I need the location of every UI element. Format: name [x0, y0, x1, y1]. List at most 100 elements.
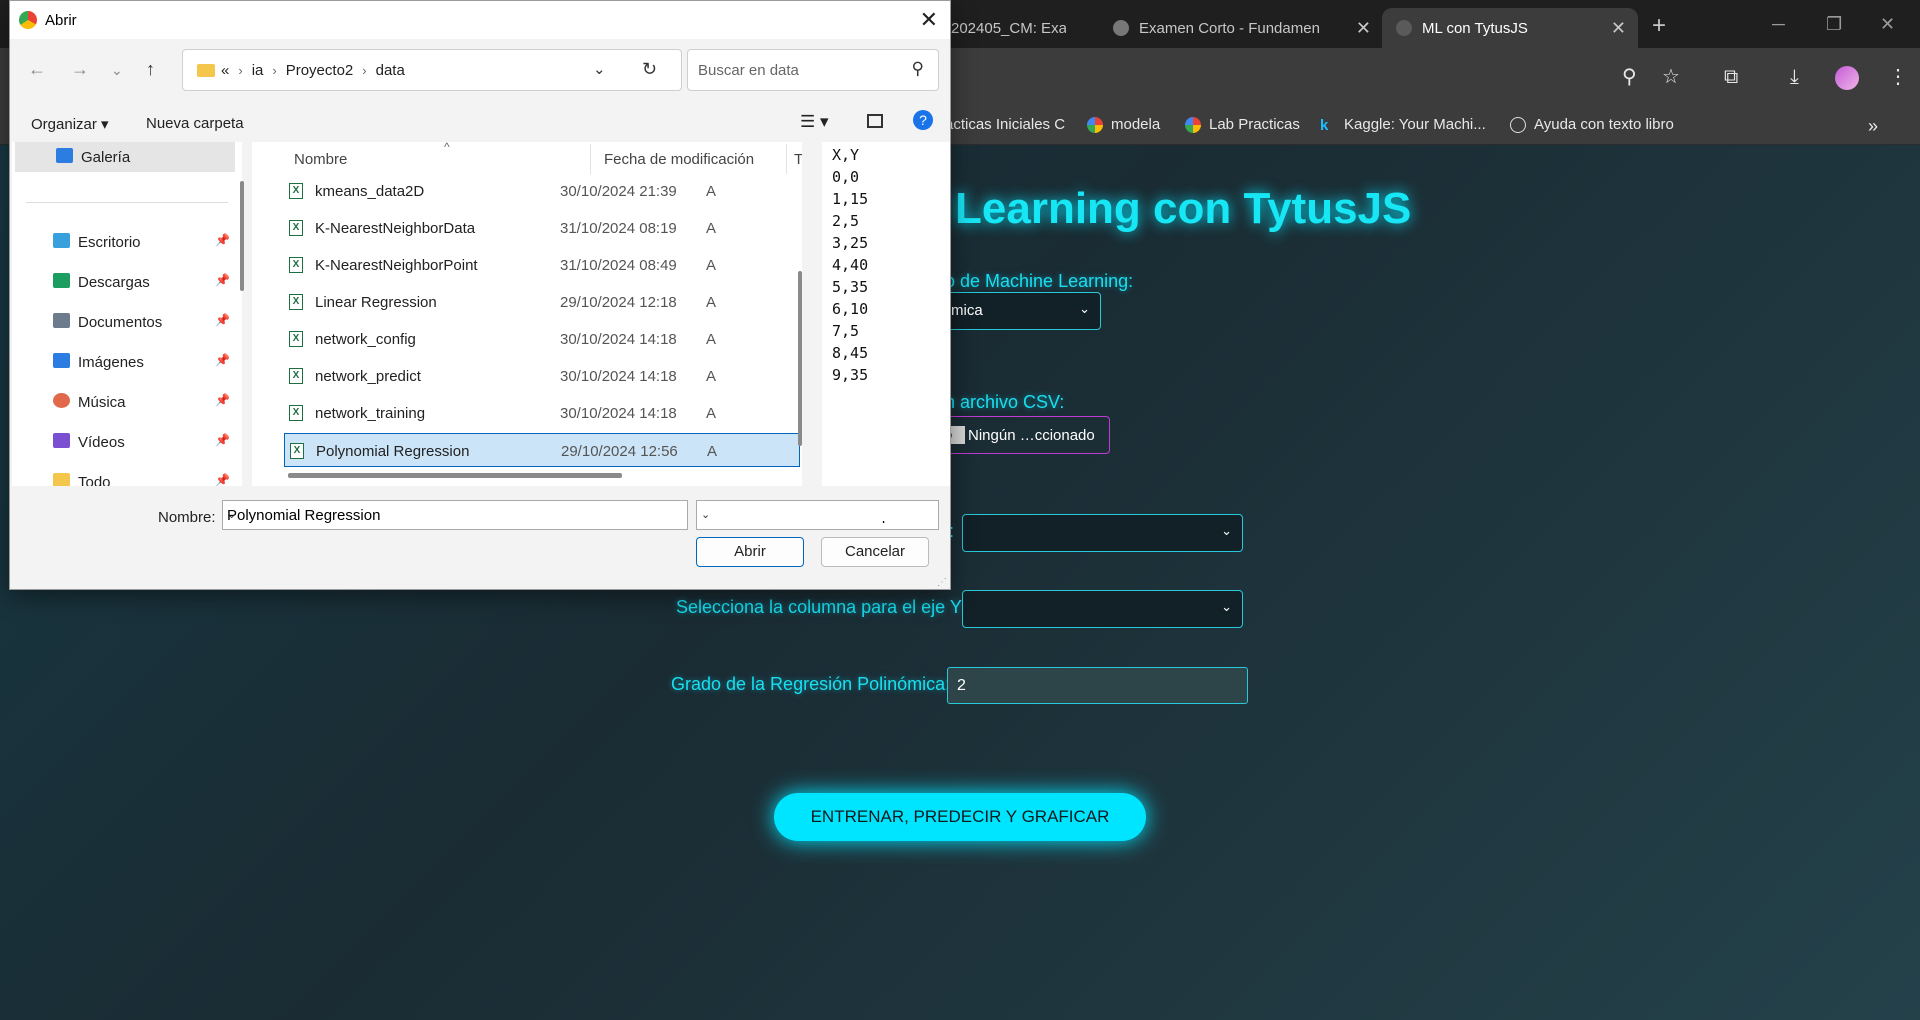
nav-musica[interactable]: Música 📌	[12, 387, 232, 417]
view-options-icon[interactable]: ☰ ▾	[800, 112, 829, 132]
breadcrumb-ia[interactable]: ia	[252, 62, 264, 79]
help-icon[interactable]: ?	[913, 110, 933, 130]
close-icon[interactable]: ✕	[920, 7, 938, 33]
degree-input[interactable]: 2	[947, 667, 1248, 704]
resize-grip-icon[interactable]: ⋰	[937, 577, 947, 588]
recent-locations-chevron-icon[interactable]: ⌄	[111, 62, 123, 79]
search-input[interactable]: Buscar en data ⚲	[687, 49, 939, 91]
algorithm-select[interactable]: mica ⌄	[944, 292, 1101, 330]
preview-line: 0,0	[832, 168, 860, 186]
tab-exam-course[interactable]: 202405_CM: Exame	[951, 8, 1101, 48]
tab-label: 202405_CM: Exame	[951, 19, 1066, 37]
file-list-scrollbar[interactable]	[798, 271, 802, 446]
file-name: kmeans_data2D	[315, 183, 425, 200]
bookmark-practicas[interactable]: ácticas Iniciales C	[945, 116, 1065, 133]
dialog-title: Abrir	[45, 12, 77, 29]
excel-csv-icon: X	[289, 368, 303, 384]
nav-gallery[interactable]: Galería	[15, 142, 235, 172]
x-column-select[interactable]: ⌄	[962, 514, 1243, 552]
file-row[interactable]: X network_predict 30/10/2024 14:18 A	[284, 359, 800, 393]
pin-icon: 📌	[215, 353, 230, 367]
column-header-modified[interactable]: Fecha de modificación	[604, 151, 754, 168]
address-bar[interactable]: « › ia › Proyecto2 › data ⌄ ↻	[182, 49, 682, 91]
file-row[interactable]: X K-NearestNeighborData 31/10/2024 08:19…	[284, 211, 800, 245]
file-row[interactable]: X Linear Regression 29/10/2024 12:18 A	[284, 285, 800, 319]
up-arrow-icon[interactable]: ↑	[146, 59, 155, 80]
file-name: network_training	[315, 405, 426, 422]
download-icon	[53, 273, 70, 288]
bookmark-modela[interactable]: modela	[1087, 116, 1160, 133]
file-name-input[interactable]: Polynomial Regression ⌄	[222, 500, 688, 530]
file-type-filter[interactable]: Microsoft Excel Comma Separa ⌄	[696, 500, 939, 530]
tab-ml-tytusjs[interactable]: ML con TytusJS ✕	[1382, 8, 1638, 48]
nav-divider	[26, 202, 228, 203]
close-tab-icon[interactable]: ✕	[1356, 19, 1371, 37]
forward-arrow-icon[interactable]: →	[71, 59, 89, 80]
nav-scrollbar[interactable]	[240, 181, 244, 291]
open-file-dialog: Abrir ✕ ← → ⌄ ↑ « › ia › Proyecto2 › dat…	[9, 0, 951, 590]
bookmark-ayuda[interactable]: Ayuda con texto libro	[1510, 116, 1674, 133]
chevron-down-icon: ⌄	[1221, 599, 1232, 614]
profile-avatar[interactable]	[1835, 66, 1859, 90]
preview-pane-icon[interactable]	[867, 114, 883, 128]
breadcrumb-data[interactable]: data	[376, 62, 405, 79]
download-icon[interactable]: ⤓	[1790, 66, 1799, 88]
window-close-icon[interactable]: ✕	[1880, 14, 1895, 35]
extensions-icon[interactable]: ⧉	[1724, 66, 1738, 88]
horizontal-scrollbar[interactable]	[288, 473, 622, 478]
file-row[interactable]: X K-NearestNeighborPoint 31/10/2024 08:4…	[284, 248, 800, 282]
csv-file-input[interactable]: o Ningún …ccionado	[940, 416, 1110, 454]
chevron-down-icon[interactable]: ⌄	[593, 60, 606, 78]
breadcrumb-proyecto2[interactable]: Proyecto2	[286, 62, 354, 79]
nav-videos[interactable]: Vídeos 📌	[12, 427, 232, 457]
bookmark-lab-practicas[interactable]: Lab Practicas	[1185, 116, 1300, 133]
file-row[interactable]: X network_training 30/10/2024 14:18 A	[284, 396, 800, 430]
preview-line: 9,35	[832, 366, 869, 384]
degree-label: Grado de la Regresión Polinómica:	[671, 674, 951, 694]
back-arrow-icon[interactable]: ←	[28, 59, 46, 80]
minimize-icon[interactable]: ─	[1772, 14, 1785, 35]
pin-icon: 📌	[215, 433, 230, 447]
nav-label: Documentos	[78, 314, 163, 331]
nav-documentos[interactable]: Documentos 📌	[12, 307, 232, 337]
nav-todo[interactable]: Todo 📌	[12, 467, 232, 486]
breadcrumb-overflow[interactable]: «	[221, 62, 229, 79]
tab-examen-corto[interactable]: Examen Corto - Fundamen ✕	[1113, 8, 1383, 48]
open-button[interactable]: Abrir	[696, 537, 804, 567]
colorful-logo-icon	[1185, 116, 1201, 133]
kaggle-icon: k	[1320, 116, 1329, 134]
restore-icon[interactable]: ❐	[1826, 14, 1842, 35]
preview-line: 2,5	[832, 212, 860, 230]
nav-label: Todo	[78, 474, 111, 486]
cancel-button[interactable]: Cancelar	[821, 537, 929, 567]
bookmark-star-icon[interactable]: ☆	[1662, 66, 1680, 88]
search-placeholder: Buscar en data	[698, 62, 799, 79]
new-tab-button[interactable]: +	[1652, 14, 1666, 38]
globe-icon	[1396, 20, 1412, 36]
organize-menu[interactable]: Organizar ▾	[31, 115, 109, 133]
preview-pane: X,Y 0,0 1,15 2,5 3,25 4,40 5,35 6,10 7,5…	[822, 142, 950, 486]
close-tab-icon[interactable]: ✕	[1611, 19, 1626, 37]
bookmark-kaggle[interactable]: k Kaggle: Your Machi...	[1320, 116, 1486, 134]
y-column-select[interactable]: ⌄	[962, 590, 1243, 628]
file-row[interactable]: X kmeans_data2D 30/10/2024 21:39 A	[284, 174, 800, 208]
nav-imagenes[interactable]: Imágenes 📌	[12, 347, 232, 377]
y-column-label: Selecciona la columna para el eje Y:	[676, 597, 966, 617]
gallery-icon	[56, 148, 73, 163]
train-predict-plot-button[interactable]: ENTRENAR, PREDECIR Y GRAFICAR	[774, 793, 1146, 841]
column-header-name[interactable]: Nombre	[294, 151, 347, 168]
file-name: network_predict	[315, 368, 421, 385]
column-header-type[interactable]: T	[794, 151, 802, 168]
documents-icon	[53, 313, 70, 328]
file-row[interactable]: X network_config 30/10/2024 14:18 A	[284, 322, 800, 356]
zoom-icon[interactable]: ⚲	[1622, 66, 1637, 88]
nav-descargas[interactable]: Descargas 📌	[12, 267, 232, 297]
new-folder-button[interactable]: Nueva carpeta	[146, 115, 244, 132]
menu-icon[interactable]: ⋮	[1888, 66, 1908, 88]
more-bookmarks-icon[interactable]: »	[1868, 116, 1878, 137]
file-row-selected[interactable]: X Polynomial Regression 29/10/2024 12:56…	[284, 433, 800, 467]
chevron-down-icon[interactable]: ⌄	[227, 508, 681, 521]
nav-escritorio[interactable]: Escritorio 📌	[12, 227, 232, 257]
refresh-icon[interactable]: ↻	[642, 59, 657, 80]
bookmark-label: ácticas Iniciales C	[945, 116, 1066, 133]
